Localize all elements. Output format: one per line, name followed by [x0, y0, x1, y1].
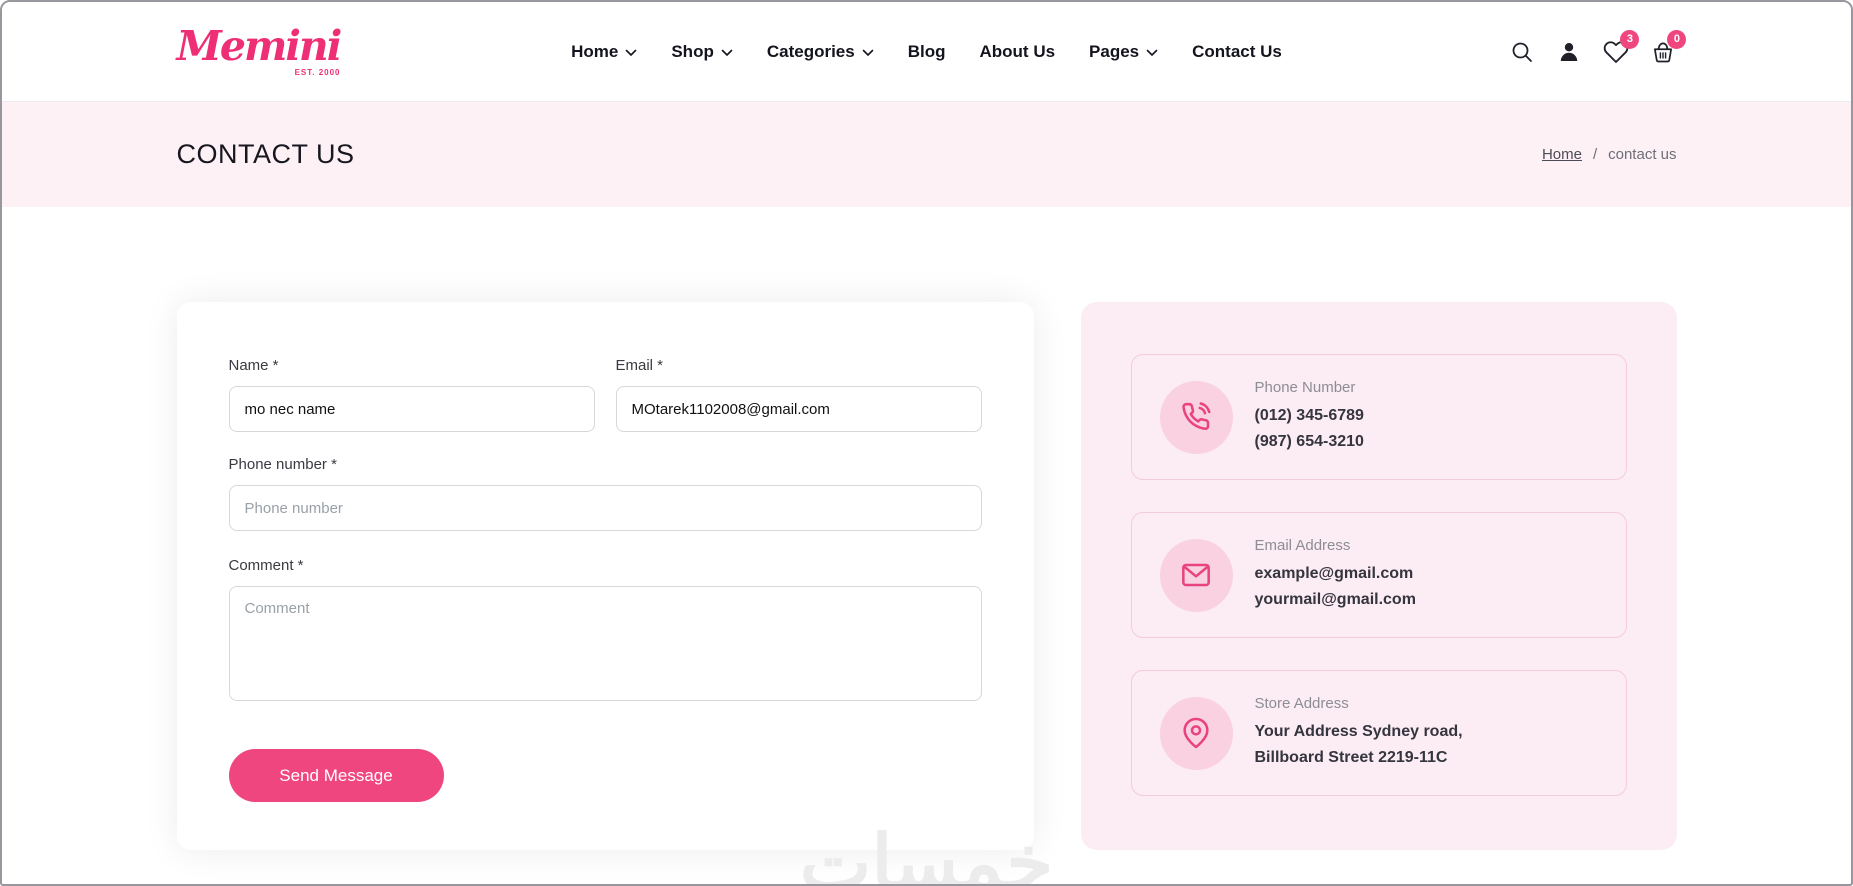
- info-title: Email Address: [1254, 537, 1351, 555]
- cart-count-badge: 0: [1667, 29, 1687, 49]
- brand-logo[interactable]: Memini EST. 2000: [177, 26, 347, 77]
- chevron-down-icon: [721, 49, 733, 57]
- nav-item-home[interactable]: Home: [571, 42, 637, 62]
- phone-field-group: Phone number *: [228, 456, 982, 531]
- nav-item-about-us[interactable]: About Us: [980, 42, 1056, 62]
- page-header-band: CONTACT US Home / contact us: [2, 102, 1851, 207]
- email-input[interactable]: [615, 386, 982, 432]
- contact-info-panel: Phone Number (012) 345-6789 (987) 654-32…: [1080, 302, 1677, 850]
- nav-item-contact-us[interactable]: Contact Us: [1192, 42, 1282, 62]
- info-line: Your Address Sydney road,: [1254, 723, 1463, 741]
- main-content: Name * Email * Phone number * Comment *: [2, 207, 1851, 884]
- page-title: CONTACT US: [176, 139, 355, 169]
- search-icon[interactable]: [1509, 39, 1535, 65]
- contact-form-card: Name * Email * Phone number * Comment *: [176, 302, 1034, 850]
- info-title: Phone Number: [1254, 379, 1356, 397]
- breadcrumb-home-link[interactable]: Home: [1542, 146, 1582, 163]
- browser-viewport: Memini EST. 2000 Home Shop Categories Bl…: [0, 0, 1853, 886]
- email-field-group: Email *: [615, 357, 982, 432]
- nav-item-pages[interactable]: Pages: [1089, 42, 1158, 62]
- map-pin-icon: [1159, 696, 1233, 770]
- email-label: Email *: [615, 357, 664, 374]
- envelope-icon: [1159, 538, 1233, 612]
- info-line: (012) 345-6789: [1254, 407, 1364, 425]
- nav-item-blog[interactable]: Blog: [908, 42, 946, 62]
- chevron-down-icon: [625, 49, 637, 57]
- name-label: Name *: [228, 357, 279, 374]
- phone-icon: [1159, 380, 1233, 454]
- info-title: Store Address: [1254, 695, 1349, 713]
- chevron-down-icon: [1146, 49, 1158, 57]
- info-line: (987) 654-3210: [1254, 433, 1364, 450]
- header-icons: 3 0: [1506, 29, 1687, 65]
- brand-tagline: EST. 2000: [294, 68, 341, 77]
- main-nav: Home Shop Categories Blog About Us Pages…: [571, 42, 1282, 62]
- phone-input[interactable]: [228, 485, 982, 531]
- info-line: example@gmail.com: [1254, 565, 1414, 583]
- breadcrumb-separator: /: [1592, 146, 1598, 163]
- name-field-group: Name *: [228, 357, 595, 432]
- info-card-phone: Phone Number (012) 345-6789 (987) 654-32…: [1130, 354, 1627, 480]
- comment-field-group: Comment *: [228, 557, 982, 701]
- cart-basket-icon[interactable]: 0: [1650, 29, 1687, 65]
- comment-label: Comment *: [228, 557, 304, 574]
- account-icon[interactable]: [1556, 39, 1582, 65]
- chevron-down-icon: [862, 49, 874, 57]
- info-card-email: Email Address example@gmail.com yourmail…: [1130, 512, 1627, 638]
- info-line: yourmail@gmail.com: [1254, 591, 1416, 608]
- wishlist-count-badge: 3: [1620, 29, 1640, 49]
- brand-name: Memini: [176, 22, 343, 70]
- name-input[interactable]: [228, 386, 595, 432]
- breadcrumb-current: contact us: [1608, 146, 1677, 163]
- comment-textarea[interactable]: [228, 586, 982, 701]
- wishlist-heart-icon[interactable]: 3: [1603, 29, 1640, 65]
- info-line: Billboard Street 2219-11C: [1254, 749, 1448, 766]
- breadcrumb: Home / contact us: [1542, 146, 1677, 163]
- nav-item-shop[interactable]: Shop: [671, 42, 733, 62]
- nav-item-categories[interactable]: Categories: [767, 42, 874, 62]
- site-header: Memini EST. 2000 Home Shop Categories Bl…: [2, 2, 1851, 102]
- info-card-address: Store Address Your Address Sydney road, …: [1130, 670, 1627, 796]
- send-message-button[interactable]: Send Message: [228, 749, 444, 802]
- phone-label: Phone number *: [228, 456, 337, 473]
